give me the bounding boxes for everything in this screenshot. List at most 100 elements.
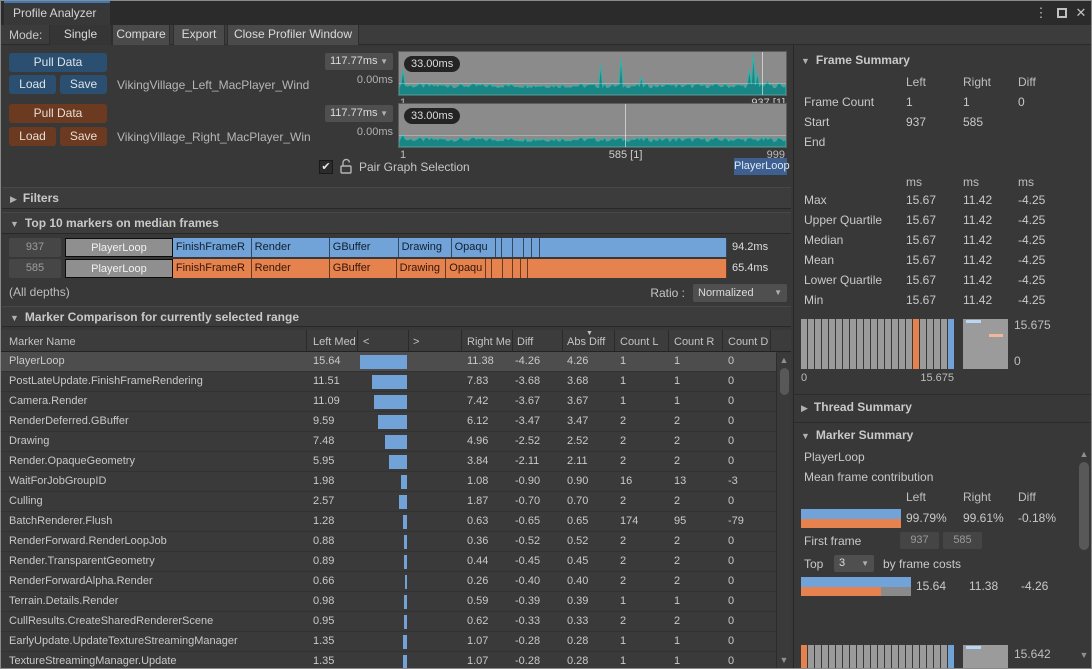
pull-data-left-button[interactable]: Pull Data	[9, 53, 107, 72]
frame-summary-boxplot[interactable]	[963, 319, 1008, 369]
table-row-Drawing[interactable]: Drawing7.484.96-2.522.52220	[1, 432, 776, 452]
save-left-button[interactable]: Save	[60, 75, 107, 94]
top10-segment-finishframer[interactable]: FinishFrameR	[173, 259, 252, 278]
frame-summary-histogram[interactable]	[801, 319, 954, 369]
scroll-up-icon[interactable]: ▲	[778, 355, 790, 365]
top10-segment-opaqu[interactable]: Opaqu	[446, 259, 486, 278]
column-header--[interactable]: <	[363, 336, 403, 348]
top10-segment-drawing[interactable]: Drawing	[397, 259, 447, 278]
filters-section-header[interactable]: ▶Filters	[2, 187, 791, 209]
table-row-Render.OpaqueGeometry[interactable]: Render.OpaqueGeometry5.953.84-2.112.1122…	[1, 452, 776, 472]
table-scrollbar[interactable]: ▲ ▼	[776, 353, 791, 669]
frame-number-left[interactable]: 937	[9, 238, 61, 257]
table-row-PlayerLoop[interactable]: PlayerLoop15.6411.38-4.264.26110	[1, 352, 776, 372]
frame-time-graph-right[interactable]: 33.00ms	[398, 103, 787, 148]
cell: 1	[674, 355, 722, 367]
close-profiler-window-button[interactable]: Close Profiler Window	[227, 25, 359, 45]
top10-section-header[interactable]: ▼Top 10 markers on median frames	[2, 212, 791, 234]
table-scrollbar-thumb[interactable]	[780, 368, 789, 395]
first-frame-right-button[interactable]: 585	[943, 532, 982, 549]
column-header-right-med[interactable]: Right Med	[467, 336, 511, 348]
column-header-diff[interactable]: Diff	[517, 336, 561, 348]
table-row-RenderForward.RenderLoopJob[interactable]: RenderForward.RenderLoopJob0.880.36-0.52…	[1, 532, 776, 552]
table-row-Culling[interactable]: Culling2.571.87-0.700.70220	[1, 492, 776, 512]
table-row-TextureStreamingManager.Update[interactable]: TextureStreamingManager.Update1.351.07-0…	[1, 652, 776, 669]
marker-bar-left[interactable]: PlayerLoopFinishFrameRRenderGBufferDrawi…	[65, 238, 727, 257]
top10-segment[interactable]	[521, 259, 528, 278]
marker-summary-scrollbar-thumb[interactable]	[1079, 462, 1089, 550]
top10-segment-finishframer[interactable]: FinishFrameR	[173, 238, 252, 257]
top10-segment-drawing[interactable]: Drawing	[399, 238, 452, 257]
top10-segment[interactable]	[492, 259, 503, 278]
top10-segment[interactable]	[503, 259, 513, 278]
top10-segment[interactable]	[528, 259, 727, 278]
frame-summary-header[interactable]: ▼Frame Summary	[801, 53, 910, 67]
frame-time-graph-left[interactable]: 33.00ms	[398, 51, 787, 96]
top10-segment[interactable]	[513, 238, 524, 257]
top10-segment-playerloop[interactable]: PlayerLoop	[65, 259, 173, 278]
right-range-dropdown[interactable]: 117.77ms▼	[325, 105, 393, 122]
save-right-button[interactable]: Save	[60, 127, 107, 146]
kebab-menu-icon[interactable]: ⋮	[1033, 5, 1049, 21]
scroll-up-icon[interactable]: ▲	[1078, 449, 1090, 459]
top10-segment[interactable]	[502, 238, 513, 257]
column-separator	[668, 330, 669, 351]
table-row-RenderForwardAlpha.Render[interactable]: RenderForwardAlpha.Render0.660.26-0.400.…	[1, 572, 776, 592]
histogram-bar	[808, 319, 814, 369]
column-header-abs-diff[interactable]: Abs Diff	[567, 336, 613, 348]
table-row-Camera.Render[interactable]: Camera.Render11.097.42-3.673.67110	[1, 392, 776, 412]
table-row-WaitForJobGroupID[interactable]: WaitForJobGroupID1.981.08-0.900.901613-3	[1, 472, 776, 492]
column-header--[interactable]: >	[413, 336, 453, 348]
table-row-PostLateUpdate.FinishFrameRendering[interactable]: PostLateUpdate.FinishFrameRendering11.51…	[1, 372, 776, 392]
marker-summary-header[interactable]: ▼Marker Summary	[801, 428, 913, 442]
top10-segment-opaqu[interactable]: Opaqu	[452, 238, 496, 257]
load-left-button[interactable]: Load	[9, 75, 56, 94]
load-right-button[interactable]: Load	[9, 127, 56, 146]
table-row-BatchRenderer.Flush[interactable]: BatchRenderer.Flush1.280.63-0.650.651749…	[1, 512, 776, 532]
mode-single-button[interactable]: Single	[49, 25, 112, 45]
ratio-dropdown[interactable]: Normalized▼	[693, 284, 787, 302]
top10-segment-render[interactable]: Render	[252, 259, 330, 278]
top10-segment[interactable]	[513, 259, 521, 278]
column-header-marker-name[interactable]: Marker Name	[9, 336, 307, 348]
filters-title: Filters	[23, 191, 59, 205]
thread-summary-header[interactable]: ▶Thread Summary	[801, 400, 912, 414]
column-header-count-d[interactable]: Count D	[728, 336, 770, 348]
table-row-CullResults.CreateSharedRendererScene[interactable]: CullResults.CreateSharedRendererScene0.9…	[1, 612, 776, 632]
cell: RenderDeferred.GBuffer	[9, 415, 309, 427]
column-header-count-l[interactable]: Count L	[620, 336, 666, 348]
mode-compare-button[interactable]: Compare	[112, 25, 170, 45]
table-row-Terrain.Details.Render[interactable]: Terrain.Details.Render0.980.59-0.390.391…	[1, 592, 776, 612]
scroll-down-icon[interactable]: ▼	[778, 655, 790, 665]
top10-segment-playerloop[interactable]: PlayerLoop	[65, 238, 173, 257]
top10-segment[interactable]	[524, 238, 533, 257]
table-row-Render.TransparentGeometry[interactable]: Render.TransparentGeometry0.890.44-0.450…	[1, 552, 776, 572]
top10-segment[interactable]	[532, 238, 539, 257]
marker-summary-boxplot[interactable]	[963, 645, 1008, 668]
selected-marker-chip[interactable]: PlayerLoop	[734, 158, 787, 175]
close-icon[interactable]: ✕	[1073, 5, 1089, 21]
scroll-down-icon[interactable]: ▼	[1078, 650, 1090, 660]
left-range-dropdown[interactable]: 117.77ms▼	[325, 53, 393, 70]
pair-graph-selection-checkbox[interactable]: ✔	[319, 160, 333, 174]
top10-segment-render[interactable]: Render	[252, 238, 330, 257]
top10-segment-gbuffer[interactable]: GBuffer	[330, 259, 397, 278]
export-button[interactable]: Export	[173, 25, 225, 45]
first-frame-left-button[interactable]: 937	[900, 532, 939, 549]
marker-summary-histogram[interactable]	[801, 645, 954, 669]
unlock-icon[interactable]	[339, 158, 353, 175]
top-n-dropdown[interactable]: 3▼	[834, 555, 874, 572]
column-header-count-r[interactable]: Count R	[674, 336, 720, 348]
table-row-RenderDeferred.GBuffer[interactable]: RenderDeferred.GBuffer9.596.12-3.473.472…	[1, 412, 776, 432]
top10-segment[interactable]	[540, 238, 727, 257]
top10-segment-gbuffer[interactable]: GBuffer	[330, 238, 399, 257]
maximize-icon[interactable]	[1057, 8, 1067, 18]
tab-profile-analyzer[interactable]: Profile Analyzer	[4, 1, 110, 25]
frame-number-right[interactable]: 585	[9, 259, 61, 278]
pull-data-right-button[interactable]: Pull Data	[9, 104, 107, 123]
comparison-section-header[interactable]: ▼Marker Comparison for currently selecte…	[2, 306, 791, 327]
column-header-left-med[interactable]: Left Med	[313, 336, 357, 348]
cell: 0.98	[313, 595, 361, 607]
table-row-EarlyUpdate.UpdateTextureStreamingManager[interactable]: EarlyUpdate.UpdateTextureStreamingManage…	[1, 632, 776, 652]
marker-bar-right[interactable]: PlayerLoopFinishFrameRRenderGBufferDrawi…	[65, 259, 727, 278]
